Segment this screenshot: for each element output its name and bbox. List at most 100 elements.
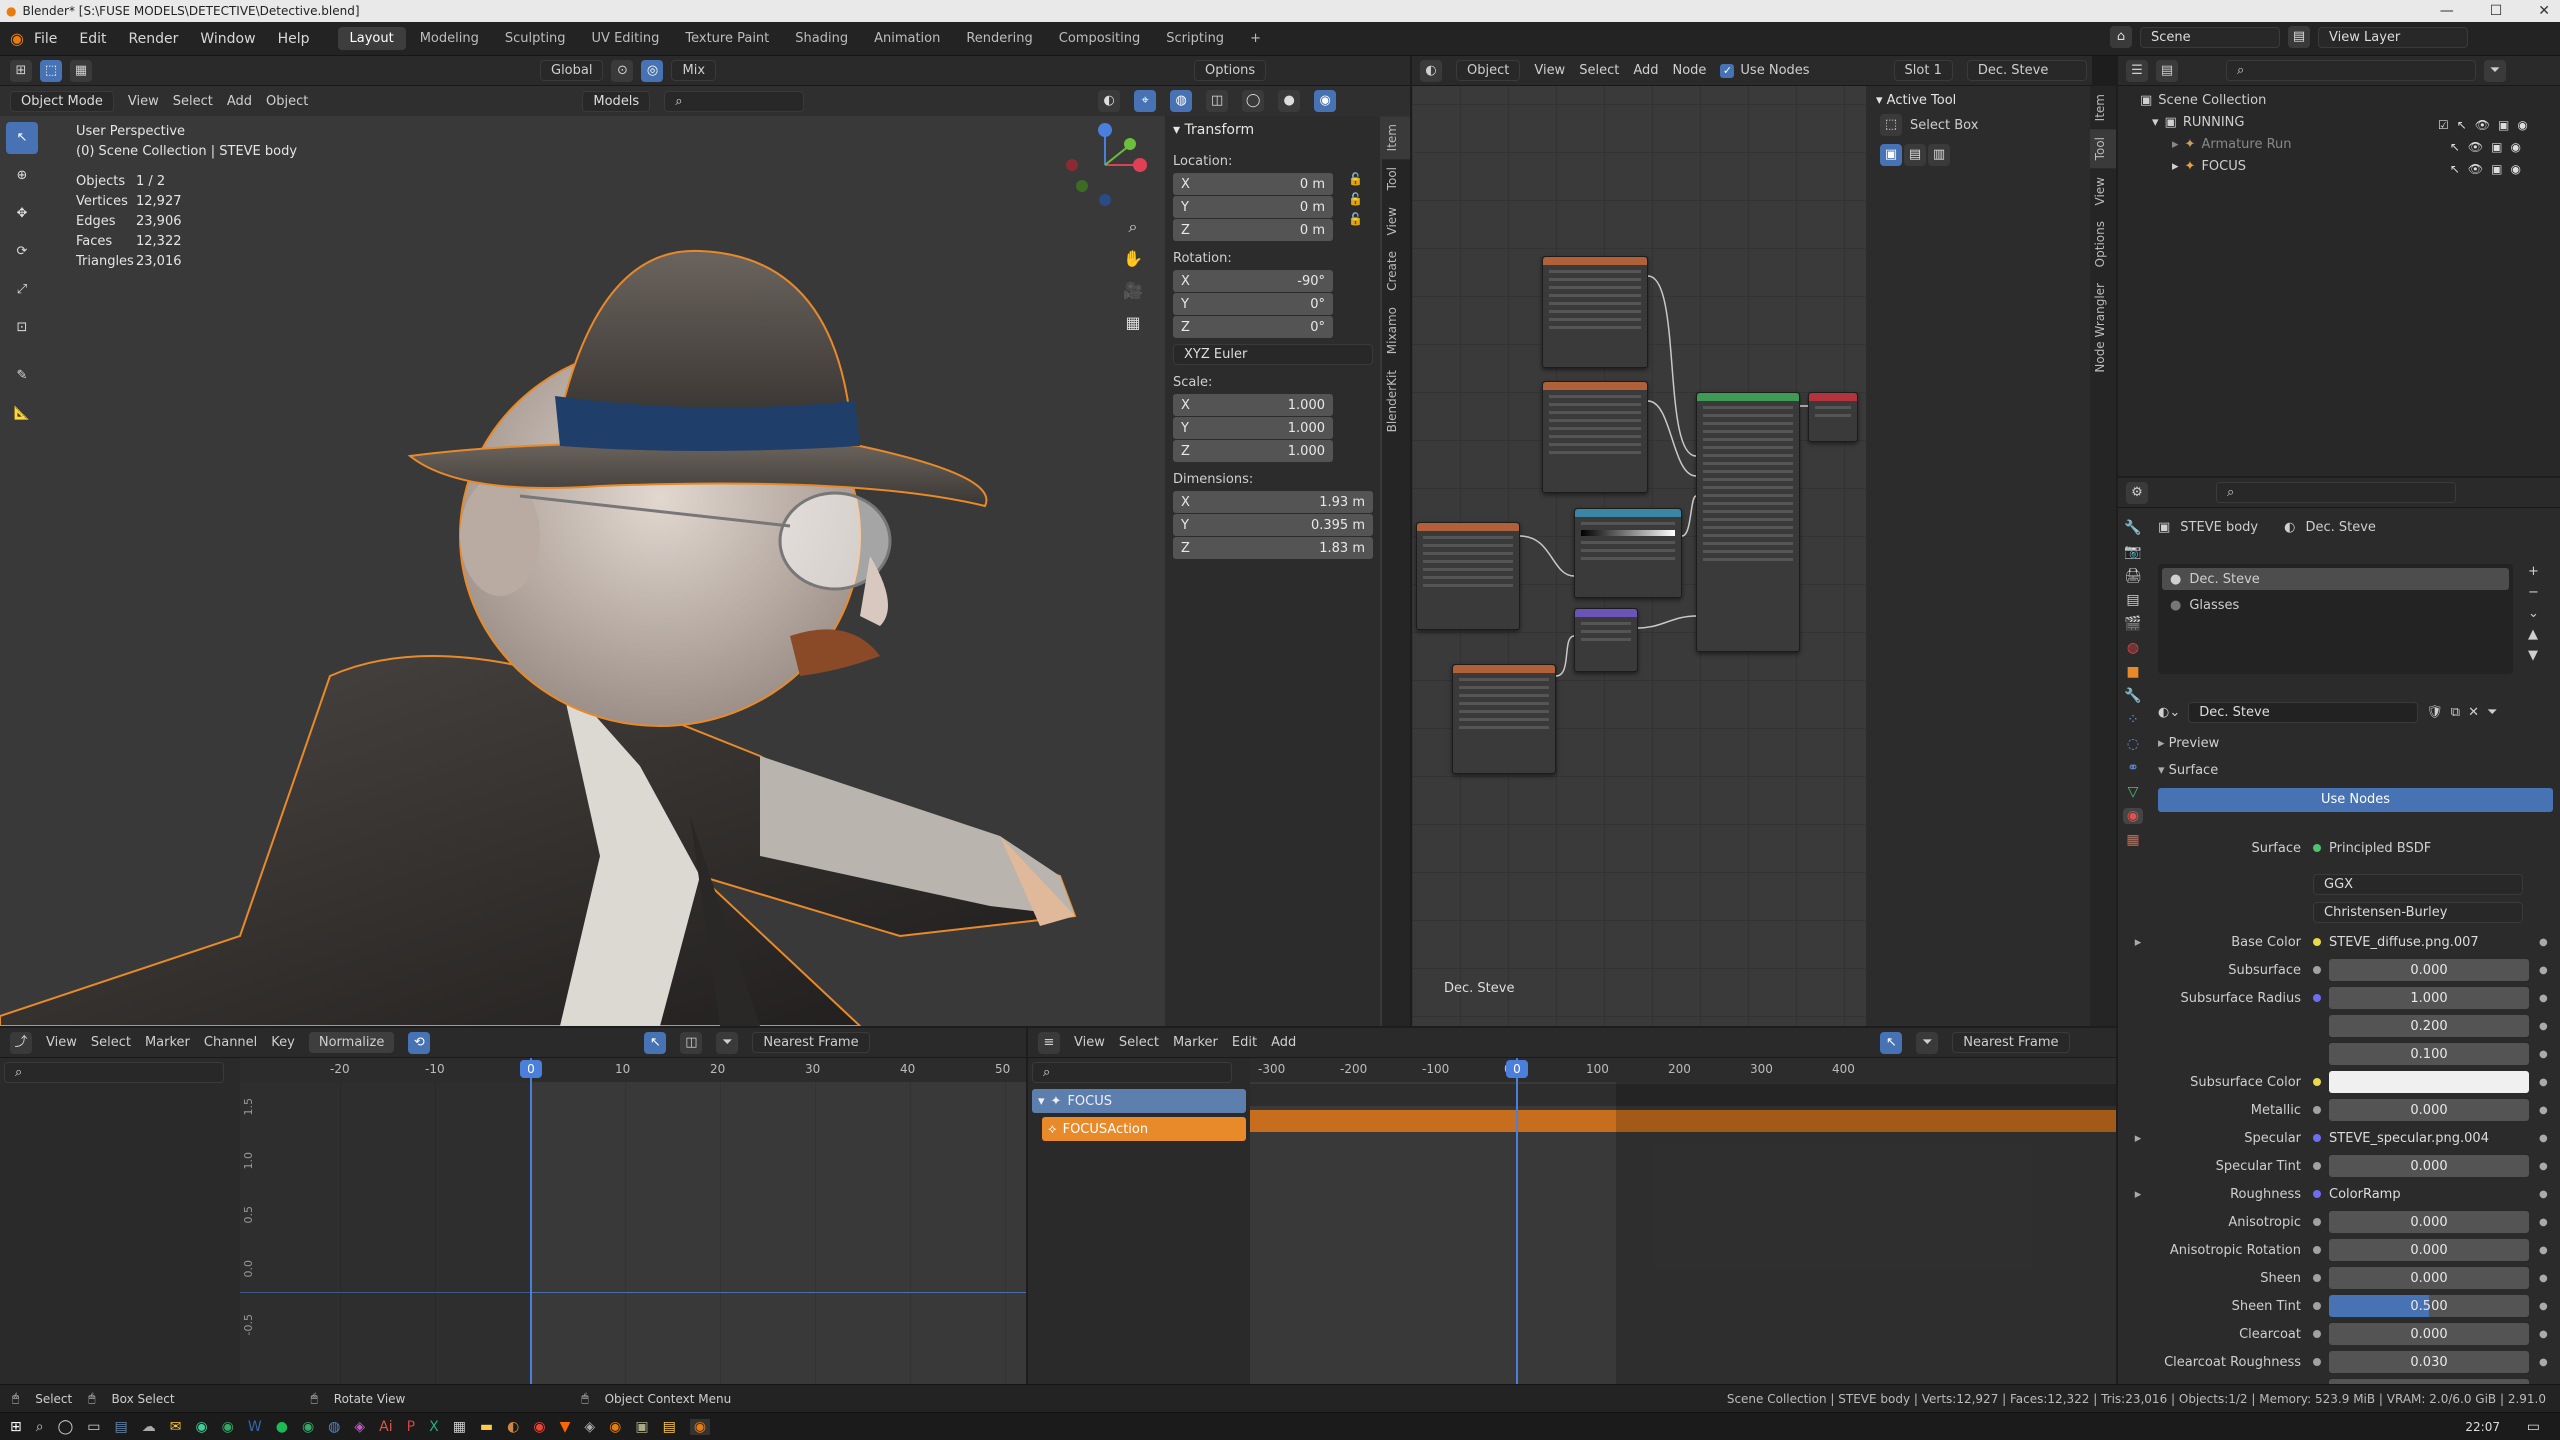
keyframe-dot-icon[interactable]: ● bbox=[2539, 1049, 2548, 1060]
app-icon[interactable]: ◉ bbox=[533, 1419, 545, 1435]
material-slot[interactable]: ● Glasses bbox=[2162, 594, 2509, 616]
shading-wire-icon[interactable]: ◯ bbox=[1242, 90, 1265, 112]
visibility-toggles[interactable]: ☑↖👁▣◉ bbox=[2438, 114, 2536, 136]
lock-icon[interactable]: 🔓 bbox=[1348, 172, 1363, 186]
keyframe-dot-icon[interactable]: ● bbox=[2539, 1161, 2548, 1172]
app-icon[interactable]: ▦ bbox=[453, 1419, 466, 1435]
ghost-icon[interactable]: ◫ bbox=[680, 1031, 703, 1054]
proportional-icon[interactable]: ◎ bbox=[641, 59, 664, 82]
marker-menu[interactable]: Marker bbox=[1173, 1035, 1218, 1050]
socket-icon[interactable] bbox=[2313, 1218, 2321, 1226]
mode-subtract-icon[interactable]: ▥ bbox=[1928, 144, 1950, 166]
value-slider[interactable]: 1.000 bbox=[2329, 987, 2529, 1009]
app-icon[interactable]: ☁ bbox=[142, 1419, 156, 1435]
value-slider[interactable]: 0.500 bbox=[2329, 1295, 2529, 1317]
cortana-icon[interactable]: ◯ bbox=[58, 1419, 74, 1435]
keyframe-dot-icon[interactable]: ● bbox=[2539, 937, 2548, 948]
nla-area[interactable]: -300 -200 -100 0 100 200 300 4000 bbox=[1250, 1058, 2116, 1384]
move-down-icon[interactable]: ▼ bbox=[2528, 648, 2539, 663]
keyframe-dot-icon[interactable]: ● bbox=[2539, 1301, 2548, 1312]
app-icon[interactable]: ◈ bbox=[354, 1419, 365, 1435]
socket-icon[interactable] bbox=[2313, 1246, 2321, 1254]
filter-icon[interactable]: ⏷ bbox=[2487, 705, 2497, 720]
tab-node-wrangler[interactable]: Node Wrangler bbox=[2090, 275, 2116, 381]
view-menu[interactable]: View bbox=[128, 94, 159, 109]
maximize-icon[interactable]: ☐ bbox=[2490, 3, 2503, 19]
orientation-dropdown[interactable]: Global bbox=[540, 60, 604, 81]
keyframe-dot-icon[interactable]: ● bbox=[2539, 1357, 2548, 1368]
tab-texture-paint[interactable]: Texture Paint bbox=[673, 27, 781, 50]
physics-tab-icon[interactable]: ◌ bbox=[2127, 736, 2139, 752]
keyframe-dot-icon[interactable]: ● bbox=[2539, 1077, 2548, 1088]
linked-input-field[interactable]: ColorRamp bbox=[2329, 1187, 2529, 1202]
snap-dropdown[interactable]: Nearest Frame bbox=[1952, 1032, 2070, 1053]
socket-icon[interactable] bbox=[2313, 966, 2321, 974]
socket-icon[interactable] bbox=[2313, 1302, 2321, 1310]
outliner-search-input[interactable]: ⌕ bbox=[2226, 60, 2476, 81]
select-menu[interactable]: Select bbox=[173, 94, 213, 109]
app-icon[interactable]: ▤ bbox=[663, 1419, 676, 1435]
visibility-toggles[interactable]: ↖👁▣◉ bbox=[2438, 158, 2536, 180]
properties-search-input[interactable]: ⌕ bbox=[2216, 482, 2456, 503]
app-icon[interactable]: ▣ bbox=[635, 1419, 648, 1435]
notifications-icon[interactable]: ▭ bbox=[2527, 1419, 2540, 1435]
object-menu[interactable]: Object bbox=[266, 94, 308, 109]
display-mode-icon[interactable]: ▤ bbox=[2156, 59, 2178, 82]
dimensions-z-field[interactable]: Z 1.83 m bbox=[1173, 537, 1373, 559]
dimensions-x-field[interactable]: X 1.93 m bbox=[1173, 491, 1373, 513]
value-slider[interactable]: 0.000 bbox=[2329, 959, 2529, 981]
select-menu[interactable]: Select bbox=[1119, 1035, 1159, 1050]
keyframe-dot-icon[interactable]: ● bbox=[2539, 1329, 2548, 1340]
nla-search-input[interactable]: ⌕ bbox=[1032, 1062, 1232, 1083]
socket-icon[interactable] bbox=[2313, 1134, 2321, 1142]
keyframe-dot-icon[interactable]: ● bbox=[2539, 993, 2548, 1004]
tab-item[interactable]: Item bbox=[2090, 86, 2116, 129]
scene-icon[interactable]: ⌂ bbox=[2110, 26, 2132, 48]
expand-icon[interactable]: ▾ bbox=[2152, 112, 2159, 134]
close-icon[interactable]: ✕ bbox=[2538, 3, 2550, 19]
menu-item[interactable]: Edit bbox=[79, 31, 106, 47]
channel-search-input[interactable]: ⌕ bbox=[4, 1062, 224, 1083]
editor-type-icon[interactable]: ⚙ bbox=[2126, 481, 2148, 504]
rotation-x-field[interactable]: X -90° bbox=[1173, 270, 1333, 292]
nla-action-row[interactable]: ⟡ FOCUSAction bbox=[1042, 1117, 1246, 1141]
tab-uv-editing[interactable]: UV Editing bbox=[580, 27, 672, 50]
socket-icon[interactable] bbox=[2313, 994, 2321, 1002]
keyframe-dot-icon[interactable]: ● bbox=[2539, 1245, 2548, 1256]
duplicate-icon[interactable]: ⧉ bbox=[2451, 705, 2460, 720]
excel-icon[interactable]: X bbox=[429, 1419, 439, 1435]
current-frame-badge[interactable]: 0 bbox=[1506, 1060, 1528, 1078]
app-icon[interactable]: ▤ bbox=[114, 1419, 127, 1435]
move-up-icon[interactable]: ▲ bbox=[2528, 627, 2539, 642]
marker-menu[interactable]: Marker bbox=[145, 1035, 190, 1050]
tab-rendering[interactable]: Rendering bbox=[954, 27, 1044, 50]
socket-icon[interactable] bbox=[2313, 1190, 2321, 1198]
filter-icon[interactable]: ⏷ bbox=[2484, 59, 2506, 82]
value-slider[interactable]: 0.030 bbox=[2329, 1351, 2529, 1373]
only-selected-icon[interactable]: ↖ bbox=[1880, 1031, 1903, 1054]
linked-input-field[interactable]: STEVE_diffuse.png.007 bbox=[2329, 935, 2529, 950]
scale-x-field[interactable]: X 1.000 bbox=[1173, 394, 1333, 416]
material-tab-icon[interactable]: ◉ bbox=[2122, 808, 2144, 824]
menu-item[interactable]: Window bbox=[200, 31, 255, 47]
active-tool-header[interactable]: ▾ Active Tool bbox=[1866, 86, 2096, 114]
tab-shading[interactable]: Shading bbox=[783, 27, 860, 50]
app-icon[interactable]: W bbox=[248, 1419, 262, 1435]
key-menu[interactable]: Key bbox=[271, 1035, 295, 1050]
app-icon[interactable]: P bbox=[407, 1419, 415, 1435]
output-tab-icon[interactable]: 🖨 bbox=[2124, 568, 2142, 584]
nla-track-focus[interactable]: ▾ ✦ FOCUS bbox=[1032, 1089, 1246, 1113]
slot-menu-icon[interactable]: ⌄ bbox=[2528, 606, 2539, 621]
menu-item[interactable]: File bbox=[34, 31, 57, 47]
socket-icon[interactable] bbox=[2313, 1106, 2321, 1114]
socket-icon[interactable] bbox=[2313, 1078, 2321, 1086]
scale-z-field[interactable]: Z 1.000 bbox=[1173, 440, 1333, 462]
channel-menu[interactable]: Channel bbox=[204, 1035, 257, 1050]
app-icon[interactable]: ◍ bbox=[328, 1419, 340, 1435]
minimize-icon[interactable]: — bbox=[2440, 3, 2454, 19]
rotation-y-field[interactable]: Y 0° bbox=[1173, 293, 1333, 315]
lock-icon[interactable]: 🔓 bbox=[1348, 212, 1363, 226]
start-icon[interactable]: ⊞ bbox=[10, 1419, 22, 1435]
tab-tool[interactable]: Tool bbox=[2090, 129, 2116, 169]
keyframe-dot-icon[interactable]: ● bbox=[2539, 1189, 2548, 1200]
